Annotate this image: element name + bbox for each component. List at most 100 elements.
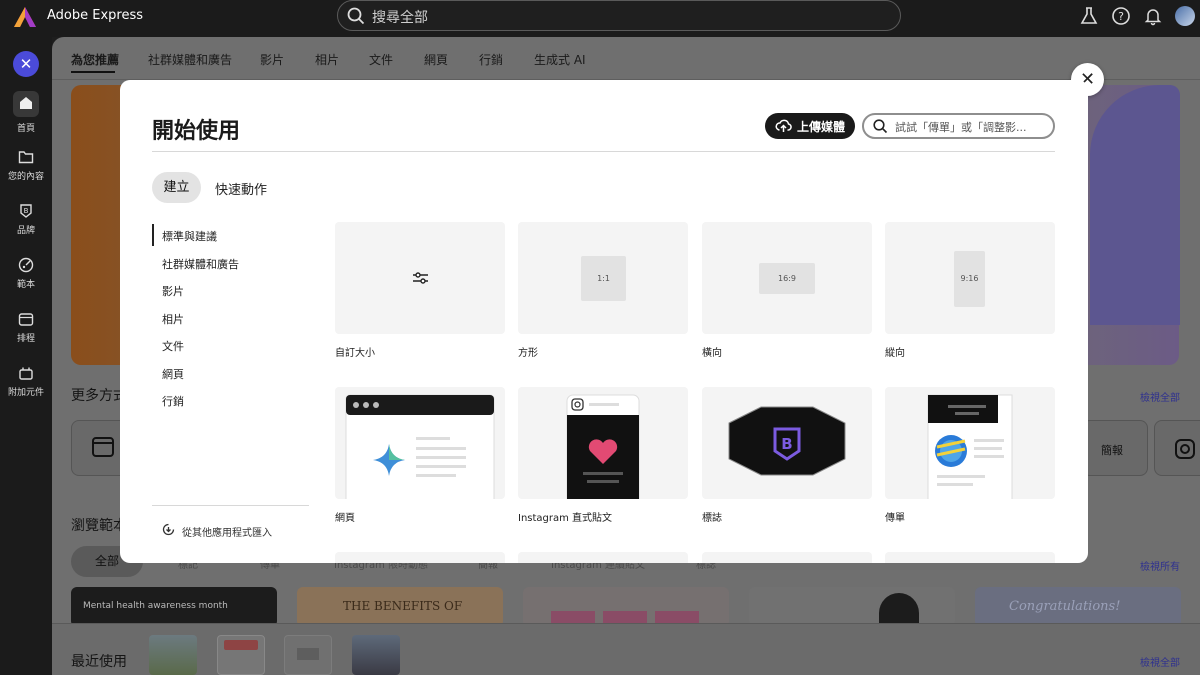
rail-item-your-content[interactable]: 您的內容 [0, 149, 52, 195]
tile-logo[interactable]: B [702, 387, 872, 499]
sliders-icon [413, 272, 428, 284]
global-search-placeholder: 搜尋全部 [372, 10, 428, 26]
home-icon [20, 97, 32, 109]
recent-thumb-3[interactable] [284, 635, 332, 675]
template-thumb-2-text: THE BENEFITS OF [343, 599, 463, 613]
search-icon [347, 7, 365, 25]
tile-row3-1[interactable] [335, 552, 505, 563]
brand-icon: B [20, 204, 32, 218]
rail-item-addons[interactable]: 附加元件 [0, 365, 52, 411]
tile-webpage[interactable] [335, 387, 505, 499]
recent-thumb-4[interactable] [352, 635, 400, 675]
tile-row3-2[interactable] [518, 552, 688, 563]
tile-label-logo: 標誌 [702, 513, 722, 524]
template-thumb-3[interactable] [523, 587, 729, 627]
get-started-modal: 開始使用 上傳媒體 試試「傳單」或「調整影... 建立 快速動作 標準與建議 社… [120, 80, 1088, 563]
tile-custom-size[interactable] [335, 222, 505, 334]
rail-item-schedule[interactable]: 排程 [0, 311, 52, 357]
global-search-input[interactable]: 搜尋全部 [337, 0, 901, 31]
tile-label-portrait: 縱向 [885, 348, 905, 359]
instagram-post-illustration [566, 394, 640, 499]
modal-search-input[interactable]: 試試「傳單」或「調整影... [862, 113, 1055, 139]
svg-text:B: B [24, 207, 29, 215]
tile-flyer[interactable] [885, 387, 1055, 499]
ratio-square-box: 1:1 [581, 256, 626, 301]
template-thumb-2[interactable]: THE BENEFITS OF [297, 587, 503, 627]
adobe-express-logo[interactable] [14, 7, 36, 27]
rail-item-brand[interactable]: B 品牌 [0, 203, 52, 249]
tile-label-square: 方形 [518, 348, 538, 359]
category-divider [152, 505, 309, 506]
tab-recommended[interactable]: 為您推薦 [71, 51, 119, 68]
template-thumb-5[interactable]: Congratulations! [975, 587, 1181, 627]
segment-quick-actions[interactable]: 快速動作 [215, 179, 267, 198]
left-rail: ✕ 首頁 您的內容 B 品牌 範本 排程 附加元件 [0, 37, 52, 675]
category-social[interactable]: 社群媒體和廣告 [162, 256, 239, 272]
flyer-illustration [927, 394, 1013, 499]
category-video[interactable]: 影片 [162, 283, 184, 299]
more-ways-heading: 更多方式 [71, 388, 127, 404]
instagram-icon [1175, 439, 1195, 459]
recent-thumb-2[interactable] [217, 635, 265, 675]
tile-square[interactable]: 1:1 [518, 222, 688, 334]
template-thumb-5-text: Congratulations! [1009, 599, 1121, 614]
template-thumb-4[interactable] [749, 587, 955, 627]
tab-webpage[interactable]: 網頁 [424, 51, 448, 68]
tab-marketing[interactable]: 行銷 [479, 51, 503, 68]
view-all-link-1[interactable]: 檢視全部 [1140, 389, 1180, 404]
tile-label-webpage: 網頁 [335, 513, 355, 524]
rail-label-brand: 品牌 [16, 226, 35, 236]
category-webpage[interactable]: 網頁 [162, 366, 184, 382]
category-photo[interactable]: 相片 [162, 311, 184, 327]
rail-item-home[interactable]: 首頁 [0, 91, 52, 137]
category-active-indicator [152, 224, 154, 246]
recent-thumb-2-badge [224, 640, 258, 650]
logo-illustration: B [728, 406, 846, 476]
template-thumb-4-figure [879, 593, 919, 627]
flask-icon[interactable] [1079, 6, 1099, 26]
view-all-link-2[interactable]: 檢視所有 [1140, 558, 1180, 573]
template-thumb-1[interactable]: Mental health awareness month [71, 587, 277, 627]
tile-portrait[interactable]: 9:16 [885, 222, 1055, 334]
tile-landscape[interactable]: 16:9 [702, 222, 872, 334]
tile-label-custom-size: 自訂大小 [335, 348, 375, 359]
svg-text:?: ? [1118, 10, 1124, 23]
category-marketing[interactable]: 行銷 [162, 393, 184, 409]
more-ways-card-instagram[interactable] [1154, 420, 1200, 476]
rail-label-schedule: 排程 [16, 334, 35, 344]
notification-bell-icon[interactable] [1143, 6, 1163, 26]
tile-row3-4[interactable] [885, 552, 1055, 563]
upload-media-button[interactable]: 上傳媒體 [765, 113, 855, 139]
addons-icon [19, 367, 33, 380]
ratio-portrait-box: 9:16 [954, 251, 985, 307]
modal-title: 開始使用 [152, 119, 241, 144]
tab-social[interactable]: 社群媒體和廣告 [148, 51, 232, 68]
presentation-card-label: 簡報 [1101, 444, 1123, 457]
segment-create[interactable]: 建立 [152, 172, 201, 203]
calendar-icon [18, 313, 34, 326]
tile-label-instagram-post: Instagram 直式貼文 [518, 513, 613, 524]
recent-thumb-3-block [297, 648, 319, 660]
rail-label-your-content: 您的內容 [7, 172, 44, 182]
rail-item-templates[interactable]: 範本 [0, 257, 52, 303]
templates-icon [18, 257, 34, 273]
category-document[interactable]: 文件 [162, 338, 184, 354]
close-create-button[interactable]: ✕ [13, 51, 39, 77]
tab-generative-ai[interactable]: 生成式 AI [534, 51, 586, 68]
app-title: Adobe Express [47, 8, 144, 23]
tile-instagram-post[interactable] [518, 387, 688, 499]
tile-row3-3[interactable] [702, 552, 872, 563]
view-all-link-3[interactable]: 檢視全部 [1140, 654, 1180, 669]
search-icon [873, 119, 888, 134]
svg-text:B: B [781, 435, 792, 453]
avatar[interactable] [1175, 6, 1195, 26]
tab-underline [71, 71, 115, 73]
tab-video[interactable]: 影片 [260, 51, 284, 68]
recent-thumb-1[interactable] [149, 635, 197, 675]
folder-icon [18, 151, 34, 164]
category-standard[interactable]: 標準與建議 [162, 228, 217, 244]
tab-document[interactable]: 文件 [369, 51, 393, 68]
help-icon[interactable]: ? [1111, 6, 1131, 26]
more-ways-card-presentation[interactable]: 簡報 [1082, 420, 1148, 476]
tab-photo[interactable]: 相片 [315, 51, 339, 68]
